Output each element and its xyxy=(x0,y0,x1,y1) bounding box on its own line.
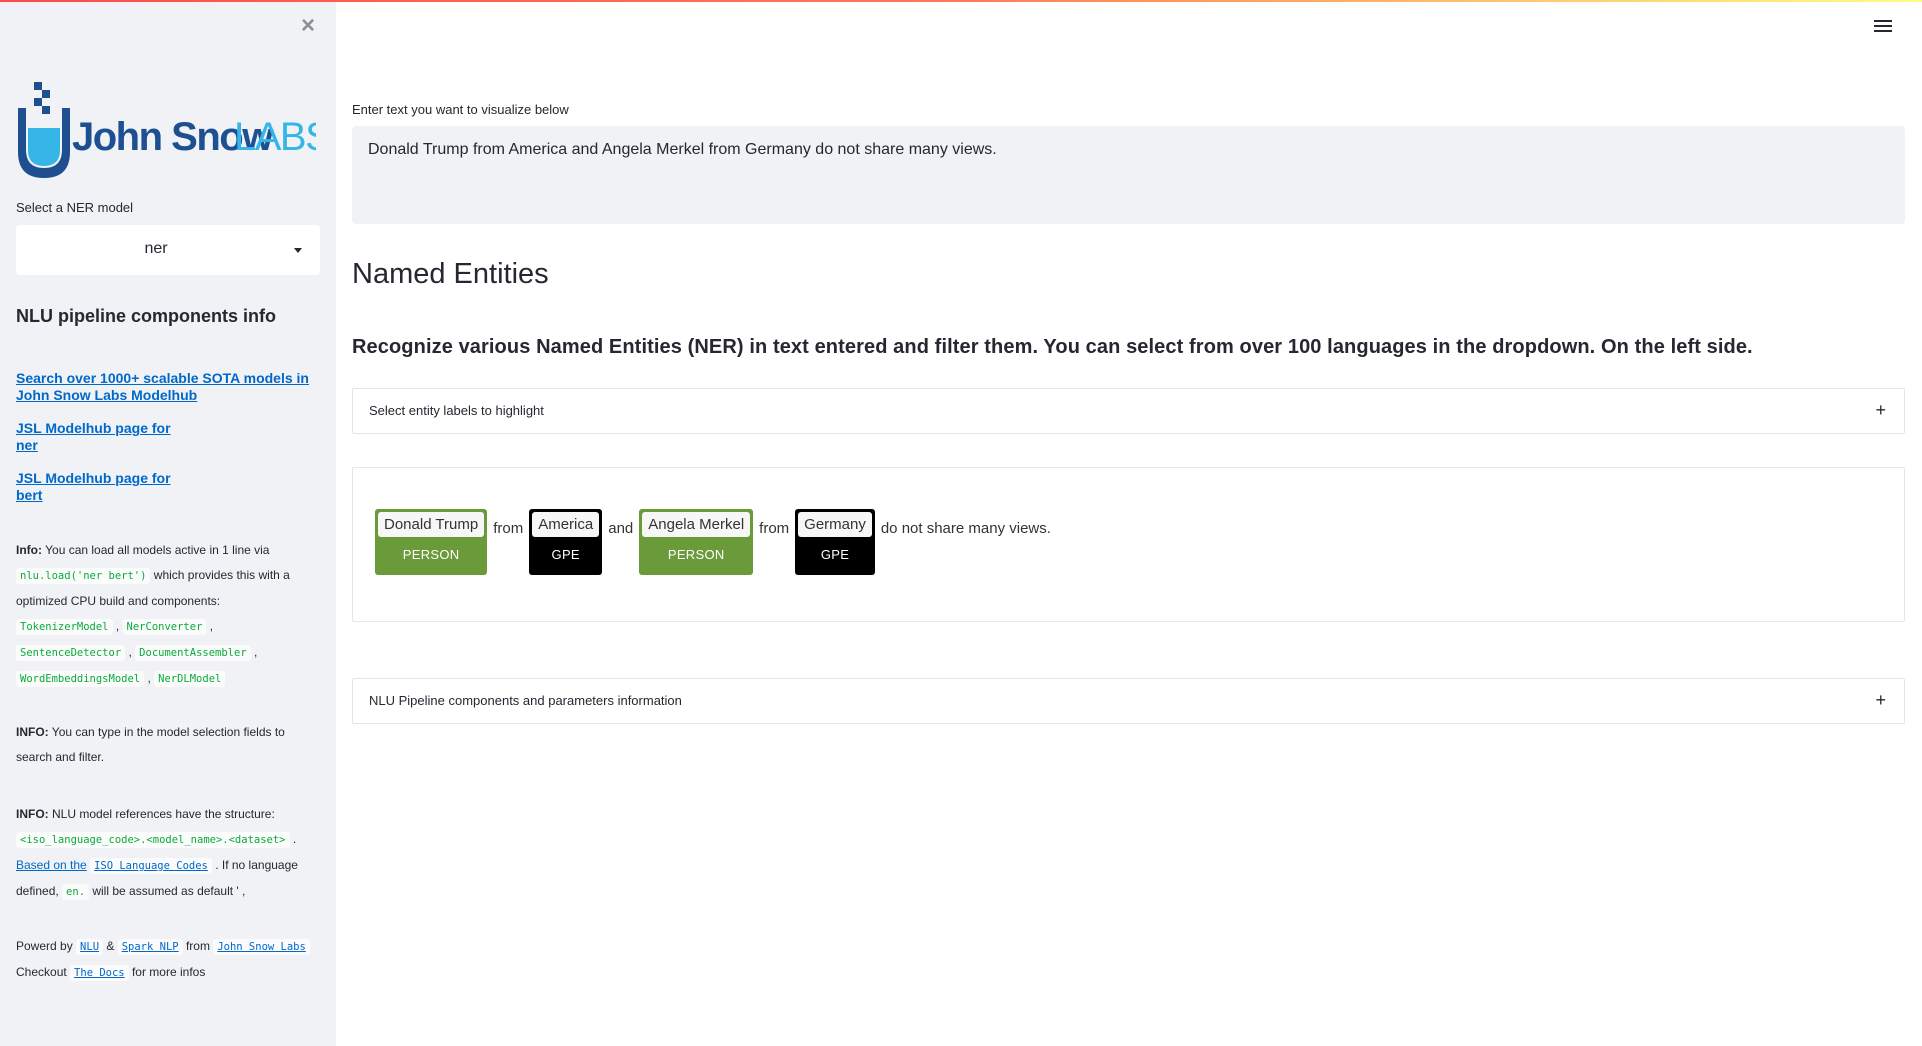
ner-model-select[interactable]: ner xyxy=(16,225,320,275)
entity-label: PERSON xyxy=(402,547,460,562)
info-bold: INFO: xyxy=(16,725,49,739)
logo-text-labs: LABS xyxy=(234,115,316,159)
plain-text: from xyxy=(759,520,790,537)
spark-nlp-link[interactable]: Spark NLP xyxy=(117,939,183,955)
info-model-references: INFO: NLU model references have the stru… xyxy=(16,802,316,905)
footer-text: & xyxy=(106,939,115,953)
john-snow-labs-link[interactable]: John Snow Labs xyxy=(213,939,310,955)
info-load-models: Info: You can load all models active in … xyxy=(16,543,290,687)
modelhub-bert-link[interactable]: JSL Modelhub page for bert xyxy=(16,470,171,504)
plain-text: do not share many views. xyxy=(880,520,1051,537)
entity-gpe: Germany GPE xyxy=(795,509,875,575)
modelhub-bert-link-line1: JSL Modelhub page for xyxy=(16,470,171,486)
entity-label: GPE xyxy=(551,547,580,562)
component-code: WordEmbeddingsModel xyxy=(16,671,145,687)
nlu-link[interactable]: NLU xyxy=(76,939,104,955)
code-snippet: en. xyxy=(62,884,90,900)
expander-title: Select entity labels to highlight xyxy=(369,403,544,418)
entity-person: Donald Trump PERSON xyxy=(375,509,488,575)
footer-text: Powerd by xyxy=(16,939,73,953)
info-bold: Info: xyxy=(16,543,42,557)
component-code: DocumentAssembler xyxy=(135,645,251,661)
docs-link[interactable]: The Docs xyxy=(70,965,129,981)
entity-labels-expander[interactable]: Select entity labels to highlight + xyxy=(352,388,1905,434)
footer-text: for more infos xyxy=(131,965,206,979)
entity-word: Angela Merkel xyxy=(642,512,751,537)
entity-person: Angela Merkel PERSON xyxy=(639,509,754,575)
plain-text: from xyxy=(493,520,524,537)
entity-word: Donald Trump xyxy=(378,512,485,537)
code-snippet: <iso_language_code>.<model_name>.<datase… xyxy=(16,832,290,848)
info-bold: INFO: xyxy=(16,807,49,821)
code-snippet: nlu.load('ner bert') xyxy=(16,568,151,584)
entity-gpe: America GPE xyxy=(529,509,603,575)
info-text: You can load all models active in 1 line… xyxy=(42,543,270,557)
modelhub-search-link[interactable]: Search over 1000+ scalable SOTA models i… xyxy=(16,370,316,404)
page-title: Named Entities xyxy=(352,258,549,290)
component-code: NerConverter xyxy=(122,619,207,635)
info-text: NLU model references have the structure: xyxy=(48,807,275,821)
modelhub-ner-link-line2: ner xyxy=(16,437,38,453)
entity-word: America xyxy=(532,512,600,537)
info-text: . xyxy=(289,832,297,846)
info-text: You can type in the model selection fiel… xyxy=(16,725,285,764)
info-type-search: INFO: You can type in the model selectio… xyxy=(16,720,316,770)
footer-text: Checkout xyxy=(16,965,67,979)
ner-model-select-value: ner xyxy=(144,240,168,257)
page-subtitle: Recognize various Named Entities (NER) i… xyxy=(352,336,1753,358)
info-text: will be assumed as default ' , xyxy=(89,884,246,898)
modelhub-ner-link-line1: JSL Modelhub page for xyxy=(16,420,171,436)
logo-graphic: John Snow LABS xyxy=(18,82,332,178)
ner-visualization: Donald Trump PERSON from America GPE and… xyxy=(352,467,1905,622)
component-code: SentenceDetector xyxy=(16,645,126,661)
footer-text: from xyxy=(185,939,210,953)
component-code: NerDLModel xyxy=(154,671,226,687)
pipeline-components-expander[interactable]: NLU Pipeline components and parameters i… xyxy=(352,678,1905,724)
top-decoration-stripe xyxy=(0,0,1922,2)
expander-title: NLU Pipeline components and parameters i… xyxy=(369,693,682,708)
entity-word: Germany xyxy=(798,512,872,537)
text-input-area[interactable]: Donald Trump from America and Angela Mer… xyxy=(352,126,1905,224)
component-code: TokenizerModel xyxy=(16,619,113,635)
sidebar: × John Snow LABS Select a NER model ner … xyxy=(0,0,336,1046)
iso-codes-code-link[interactable]: ISO Language Codes xyxy=(90,858,212,874)
close-sidebar-icon[interactable]: × xyxy=(298,14,318,38)
john-snow-labs-logo: John Snow LABS xyxy=(16,80,332,180)
sidebar-footer: Powerd by NLU & Spark NLP from John Snow… xyxy=(16,934,316,986)
expand-plus-icon: + xyxy=(1875,400,1886,420)
plain-text: and xyxy=(608,520,634,537)
chevron-down-icon xyxy=(294,248,302,253)
modelhub-ner-link[interactable]: JSL Modelhub page for ner xyxy=(16,420,171,454)
entity-highlight-row: Donald Trump PERSON from America GPE and… xyxy=(375,509,1057,575)
iso-codes-link[interactable]: Based on the xyxy=(16,858,87,872)
entity-label: GPE xyxy=(820,547,850,562)
text-input-label: Enter text you want to visualize below xyxy=(352,102,569,117)
main-menu-icon[interactable] xyxy=(1874,20,1892,34)
entity-label: PERSON xyxy=(667,547,725,562)
expand-plus-icon: + xyxy=(1875,690,1886,710)
modelhub-bert-link-line2: bert xyxy=(16,487,43,503)
ner-model-select-label: Select a NER model xyxy=(16,200,134,215)
pipeline-info-heading: NLU pipeline components info xyxy=(16,306,276,326)
